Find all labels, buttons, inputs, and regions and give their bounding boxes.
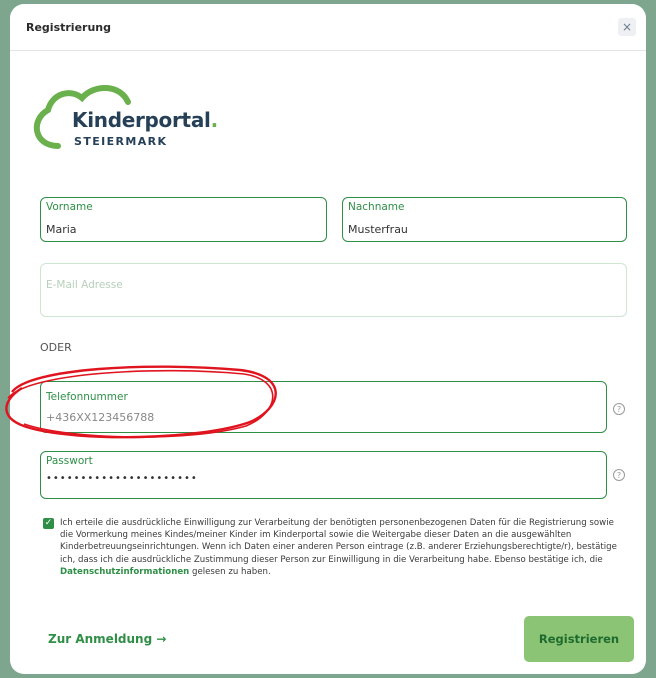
dialog-title: Registrierung <box>26 21 111 34</box>
consent-body: Ich erteile die ausdrückliche Einwilligu… <box>60 518 617 565</box>
email-placeholder: E-Mail Adresse <box>46 279 123 291</box>
close-icon[interactable]: × <box>618 18 636 36</box>
phone-label: Telefonnummer <box>46 391 128 403</box>
logo-wordmark: Kinderportal. <box>72 108 218 132</box>
phone-help-icon[interactable]: ? <box>613 403 625 415</box>
password-label: Passwort <box>46 455 93 467</box>
last-name-field[interactable]: Nachname Musterfrau <box>342 197 627 242</box>
login-link[interactable]: Zur Anmeldung → <box>48 632 166 646</box>
dialog-header: Registrierung × <box>10 4 646 51</box>
email-field[interactable]: E-Mail Adresse <box>40 263 627 317</box>
consent-suffix: gelesen zu haben. <box>192 566 271 577</box>
registration-dialog: Registrierung × Kinderportal. STEIERMARK… <box>10 4 646 674</box>
last-name-label: Nachname <box>348 201 405 213</box>
or-separator: ODER <box>40 341 72 354</box>
register-button[interactable]: Registrieren <box>524 616 634 662</box>
password-value: •••••••••••••••••••••• <box>46 473 198 484</box>
password-help-icon[interactable]: ? <box>613 469 625 481</box>
first-name-field[interactable]: Vorname Maria <box>40 197 327 242</box>
logo-subtitle: STEIERMARK <box>74 135 168 148</box>
consent-checkbox[interactable]: ✓ <box>43 518 54 529</box>
phone-field[interactable]: Telefonnummer +436XX123456788 <box>40 381 607 433</box>
phone-value: +436XX123456788 <box>46 411 155 424</box>
first-name-label: Vorname <box>46 201 93 213</box>
last-name-value: Musterfrau <box>348 223 408 236</box>
password-field[interactable]: Passwort •••••••••••••••••••••• <box>40 451 607 499</box>
privacy-link[interactable]: Datenschutzinformationen <box>60 567 189 577</box>
first-name-value: Maria <box>46 223 77 236</box>
consent-text: Ich erteile die ausdrückliche Einwilligu… <box>60 517 620 578</box>
